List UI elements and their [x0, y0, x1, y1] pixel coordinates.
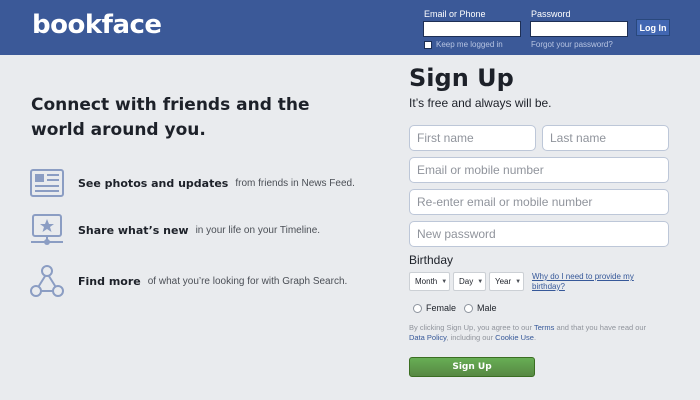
birthday-label: Birthday — [409, 253, 454, 267]
keep-logged-in-checkbox[interactable] — [424, 40, 432, 49]
feature-timeline: Share what’s new in your life on your Ti… — [30, 214, 320, 246]
logo[interactable]: bookface — [32, 10, 162, 40]
male-label[interactable]: Male — [477, 303, 497, 313]
day-select[interactable]: Day ▼ — [453, 272, 486, 291]
reenter-email-input[interactable] — [409, 189, 669, 215]
feature-description: from friends in News Feed. — [235, 177, 355, 189]
login-button[interactable]: Log In — [636, 19, 670, 36]
first-name-input[interactable] — [409, 125, 536, 151]
feature-title: Share what’s new — [78, 223, 189, 237]
new-password-input[interactable] — [409, 221, 669, 247]
cookie-use-link[interactable]: Cookie Use — [495, 333, 534, 342]
feature-description: of what you’re looking for with Graph Se… — [147, 275, 348, 287]
gender-male-option[interactable]: Male — [464, 303, 497, 313]
terms-suffix: . — [533, 333, 537, 342]
feature-news-feed: See photos and updates from friends in N… — [30, 169, 355, 197]
male-radio[interactable] — [464, 303, 473, 313]
news-feed-icon — [30, 169, 64, 197]
chevron-down-icon: ▼ — [441, 278, 448, 285]
keep-logged-in[interactable]: Keep me logged in — [424, 40, 503, 49]
timeline-icon — [31, 214, 63, 245]
graph-search-icon — [30, 265, 64, 297]
month-select-value: Month — [415, 277, 438, 286]
feature-description: in your life on your Timeline. — [195, 224, 321, 236]
email-input[interactable] — [409, 157, 669, 183]
terms-link[interactable]: Terms — [534, 323, 554, 332]
female-label[interactable]: Female — [426, 303, 456, 313]
chevron-down-icon: ▼ — [477, 278, 484, 285]
headline: Connect with friends and the world aroun… — [31, 95, 310, 140]
last-name-input[interactable] — [542, 125, 669, 151]
signup-subtitle: It’s free and always will be. — [409, 96, 552, 110]
terms-prefix: By clicking Sign Up, you agree to our — [409, 323, 534, 332]
year-select[interactable]: Year ▼ — [489, 272, 524, 291]
top-bar: bookface Email or Phone Password Log In … — [0, 0, 700, 55]
signup-button[interactable]: Sign Up — [409, 357, 535, 377]
chevron-down-icon: ▼ — [515, 278, 522, 285]
terms-mid2: , including our — [446, 333, 496, 342]
login-email-input[interactable] — [423, 21, 521, 37]
forgot-password-link[interactable]: Forgot your password? — [531, 40, 613, 49]
why-birthday-link[interactable]: Why do I need to provide my birthday? — [532, 272, 642, 292]
signup-title: Sign Up — [409, 64, 514, 92]
email-label: Email or Phone — [424, 9, 486, 19]
female-radio[interactable] — [413, 303, 422, 313]
data-policy-link[interactable]: Data Policy — [409, 333, 446, 342]
gender-female-option[interactable]: Female — [413, 303, 456, 313]
feature-title: See photos and updates — [78, 176, 229, 190]
password-label: Password — [531, 9, 571, 19]
terms-mid: and that you have read our — [554, 323, 647, 332]
terms-text: By clicking Sign Up, you agree to our Te… — [409, 323, 649, 343]
feature-title: Find more — [78, 274, 141, 288]
feature-graph-search: Find more of what you’re looking for wit… — [30, 264, 347, 298]
day-select-value: Day — [459, 277, 474, 286]
month-select[interactable]: Month ▼ — [409, 272, 450, 291]
login-password-input[interactable] — [530, 21, 628, 37]
keep-logged-in-label[interactable]: Keep me logged in — [436, 40, 503, 49]
year-select-value: Year — [495, 277, 512, 286]
